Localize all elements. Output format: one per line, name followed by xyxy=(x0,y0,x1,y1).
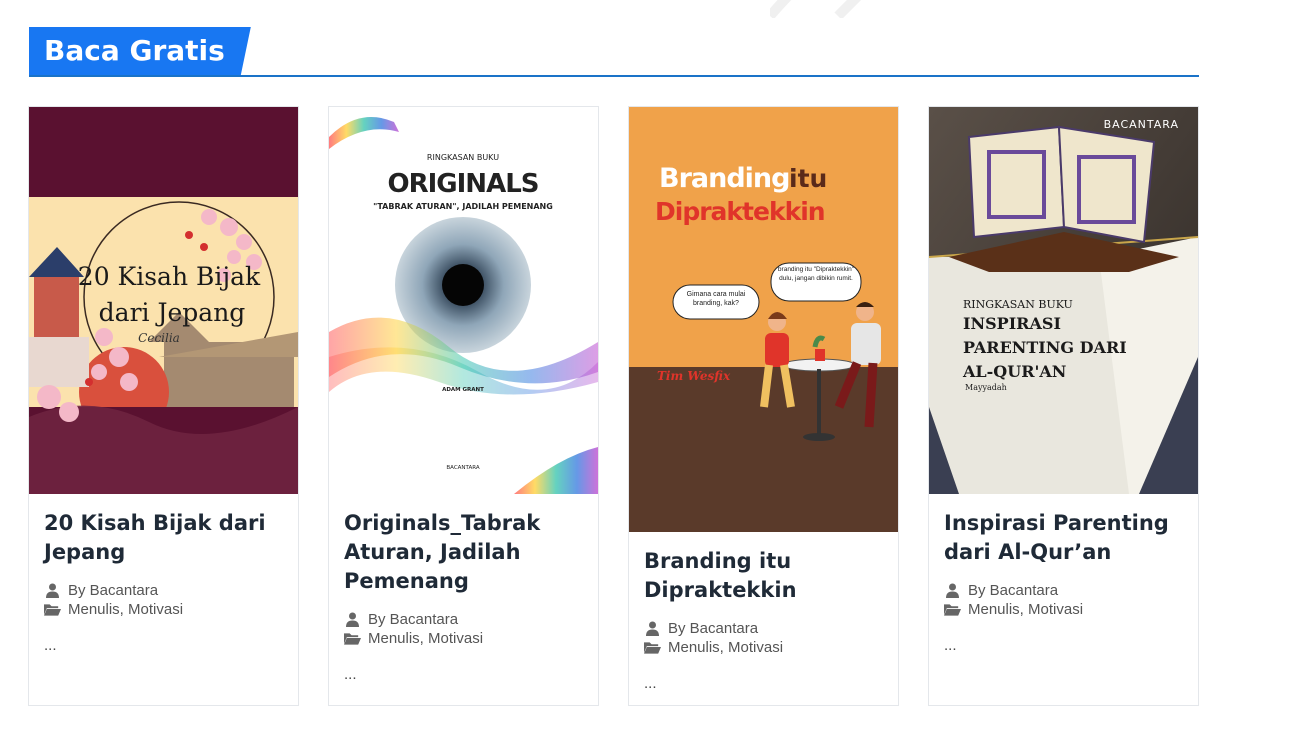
svg-text:BACANTARA: BACANTARA xyxy=(1104,118,1179,131)
excerpt: ... xyxy=(644,675,657,692)
post-meta: By Bacantara Menulis, Motivasi xyxy=(44,581,284,619)
svg-text:itu: itu xyxy=(789,164,827,193)
author-link[interactable]: By Bacantara xyxy=(668,619,758,638)
svg-text:PARENTING DARI: PARENTING DARI xyxy=(963,338,1127,357)
card-body: 20 Kisah Bijak dari Jepang By Bacantara … xyxy=(44,509,284,654)
user-icon xyxy=(644,621,661,636)
folder-icon xyxy=(644,641,661,655)
svg-text:Cecilia: Cecilia xyxy=(138,331,180,345)
post-meta: By Bacantara Menulis, Motivasi xyxy=(644,619,884,657)
book-title-link[interactable]: Inspirasi Parenting dari Al-Qur’an xyxy=(944,509,1184,567)
book-title-link[interactable]: 20 Kisah Bijak dari Jepang xyxy=(44,509,284,567)
svg-text:ADAM GRANT: ADAM GRANT xyxy=(442,387,484,393)
book-cover-image[interactable]: Branding itu Dipraktekkin Gimana cara mu… xyxy=(629,107,898,532)
book-title-link[interactable]: Branding itu Dipraktekkin xyxy=(644,547,884,605)
svg-text:Branding: Branding xyxy=(659,163,789,194)
category-links[interactable]: Menulis, Motivasi xyxy=(668,638,783,657)
svg-text:Mayyadah: Mayyadah xyxy=(965,383,1007,392)
post-meta: By Bacantara Menulis, Motivasi xyxy=(944,581,1184,619)
excerpt: ... xyxy=(344,666,357,683)
book-title-link[interactable]: Originals_Tabrak Aturan, Jadilah Pemenan… xyxy=(344,509,584,596)
section-header: Baca Gratis xyxy=(29,27,1199,77)
folder-icon xyxy=(344,632,361,646)
background-swirl-decoration xyxy=(770,0,862,18)
svg-text:Tim Wesfix: Tim Wesfix xyxy=(657,369,731,383)
user-icon xyxy=(344,612,361,627)
svg-text:dari Jepang: dari Jepang xyxy=(99,298,246,327)
book-card[interactable]: Branding itu Dipraktekkin Gimana cara mu… xyxy=(628,106,899,706)
excerpt: ... xyxy=(944,637,957,654)
svg-text:AL-QUR'AN: AL-QUR'AN xyxy=(962,362,1066,381)
folder-icon xyxy=(944,603,961,617)
svg-text:BACANTARA: BACANTARA xyxy=(446,465,479,471)
author-link[interactable]: By Bacantara xyxy=(68,581,158,600)
book-card[interactable]: 20 Kisah Bijak dari Jepang Cecilia 20 Ki… xyxy=(28,106,299,706)
category-links[interactable]: Menulis, Motivasi xyxy=(368,629,483,648)
section-title: Baca Gratis xyxy=(29,27,251,75)
card-body: Originals_Tabrak Aturan, Jadilah Pemenan… xyxy=(344,509,584,683)
folder-icon xyxy=(44,603,61,617)
book-card[interactable]: BACANTARA RINGKASAN BUKU INSPIRASI PAREN… xyxy=(928,106,1199,706)
user-icon xyxy=(944,583,961,598)
card-body: Branding itu Dipraktekkin By Bacantara M… xyxy=(644,547,884,692)
category-links[interactable]: Menulis, Motivasi xyxy=(68,600,183,619)
svg-text:"TABRAK ATURAN", JADILAH PEMEN: "TABRAK ATURAN", JADILAH PEMENANG xyxy=(373,202,553,211)
user-icon xyxy=(44,583,61,598)
author-link[interactable]: By Bacantara xyxy=(368,610,458,629)
post-meta: By Bacantara Menulis, Motivasi xyxy=(344,610,584,648)
svg-text:RINGKASAN BUKU: RINGKASAN BUKU xyxy=(427,153,499,162)
author-link[interactable]: By Bacantara xyxy=(968,581,1058,600)
svg-text:Dipraktekkin: Dipraktekkin xyxy=(655,197,825,226)
svg-text:RINGKASAN BUKU: RINGKASAN BUKU xyxy=(963,298,1073,311)
svg-text:INSPIRASI: INSPIRASI xyxy=(963,314,1061,333)
svg-text:20 Kisah Bijak: 20 Kisah Bijak xyxy=(78,262,261,291)
excerpt: ... xyxy=(44,637,57,654)
svg-text:ORIGINALS: ORIGINALS xyxy=(388,169,539,199)
book-cover-image[interactable]: 20 Kisah Bijak dari Jepang Cecilia xyxy=(29,107,298,494)
book-cover-image[interactable]: BACANTARA RINGKASAN BUKU INSPIRASI PAREN… xyxy=(929,107,1198,494)
card-body: Inspirasi Parenting dari Al-Qur’an By Ba… xyxy=(944,509,1184,654)
book-cover-image[interactable]: RINGKASAN BUKU ORIGINALS "TABRAK ATURAN"… xyxy=(329,107,598,494)
category-links[interactable]: Menulis, Motivasi xyxy=(968,600,1083,619)
book-card[interactable]: RINGKASAN BUKU ORIGINALS "TABRAK ATURAN"… xyxy=(328,106,599,706)
